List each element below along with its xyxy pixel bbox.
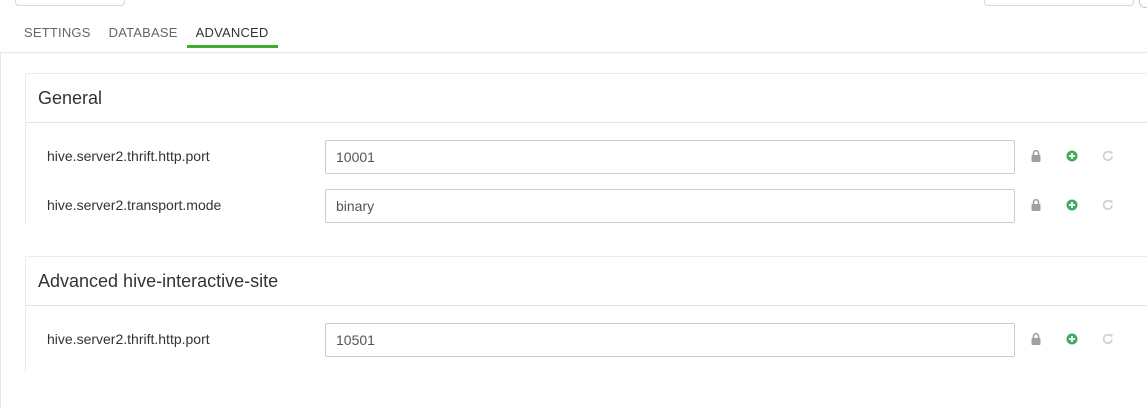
config-value-input[interactable] [325, 140, 1015, 174]
config-row: hive.server2.transport.mode [26, 189, 1147, 223]
top-left-button[interactable] [15, 0, 125, 6]
undo-icon [1102, 333, 1113, 344]
tab-database[interactable]: DATABASE [100, 18, 187, 48]
undo-icon [1102, 150, 1113, 161]
config-tabs: SETTINGS DATABASE ADVANCED [15, 18, 278, 48]
plus-circle-icon[interactable] [1065, 332, 1079, 346]
lock-icon[interactable] [1029, 149, 1043, 163]
config-row: hive.server2.thrift.http.port [26, 323, 1147, 357]
section-title: General [26, 74, 1147, 123]
tab-settings[interactable]: SETTINGS [15, 18, 100, 48]
plus-circle-icon[interactable] [1065, 198, 1079, 212]
config-page: SETTINGS DATABASE ADVANCED General hive.… [0, 0, 1147, 408]
lock-icon[interactable] [1029, 332, 1043, 346]
config-label: hive.server2.thrift.http.port [47, 148, 210, 164]
lock-icon[interactable] [1029, 198, 1043, 212]
config-label: hive.server2.transport.mode [47, 197, 222, 213]
plus-circle-icon[interactable] [1065, 149, 1079, 163]
config-row: hive.server2.thrift.http.port [26, 140, 1147, 174]
tab-advanced[interactable]: ADVANCED [186, 18, 278, 48]
top-right-dropdown[interactable] [984, 0, 1134, 6]
top-right-edge-control[interactable] [1139, 0, 1147, 8]
section-advanced-hive-interactive-site: Advanced hive-interactive-site hive.serv… [25, 256, 1147, 372]
section-title: Advanced hive-interactive-site [26, 257, 1147, 306]
config-label: hive.server2.thrift.http.port [47, 331, 210, 347]
config-value-input[interactable] [325, 189, 1015, 223]
config-value-input[interactable] [325, 323, 1015, 357]
advanced-config-panel: General hive.server2.thrift.http.port 10… [0, 52, 1147, 408]
section-general: General hive.server2.thrift.http.port 10… [25, 73, 1147, 224]
undo-icon [1102, 199, 1113, 210]
